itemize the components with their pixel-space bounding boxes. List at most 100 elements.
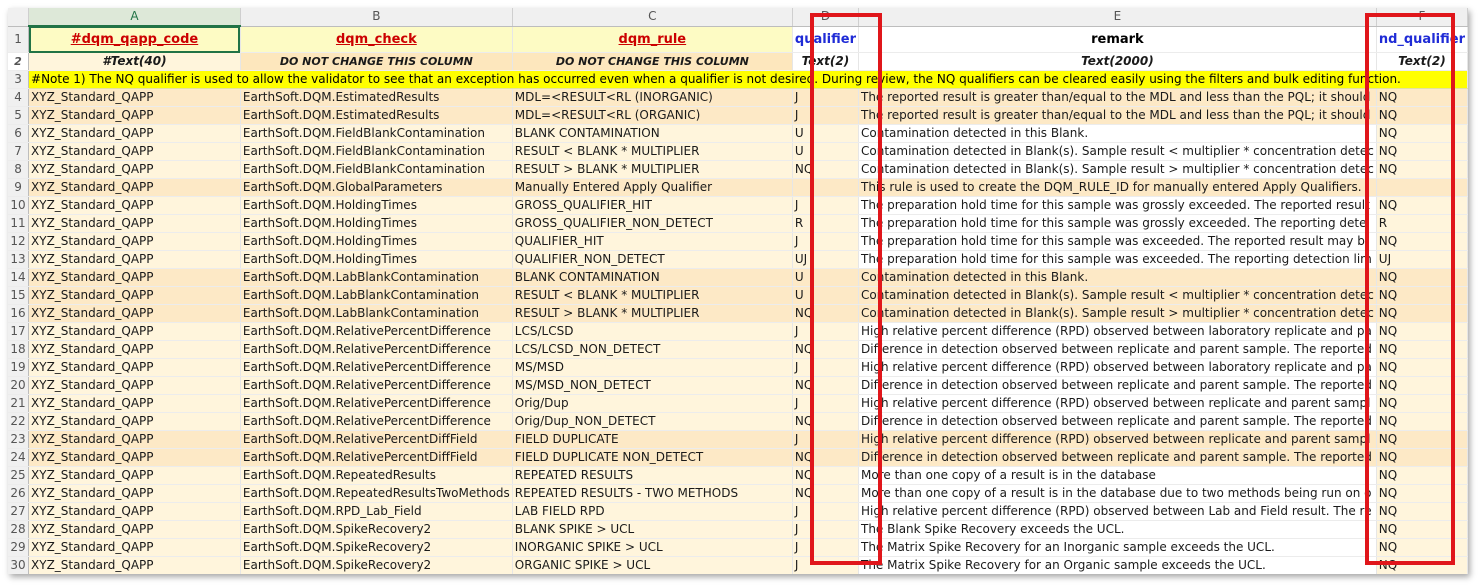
- cell[interactable]: XYZ_Standard_QAPP: [28, 106, 241, 125]
- cell[interactable]: J: [792, 358, 860, 377]
- cell[interactable]: NQ: [1376, 340, 1468, 359]
- column-header-f[interactable]: F: [1376, 8, 1468, 27]
- cell[interactable]: XYZ_Standard_QAPP: [28, 538, 241, 557]
- cell[interactable]: NQ: [1376, 232, 1468, 251]
- cell[interactable]: EarthSoft.DQM.LabBlankContamination: [240, 268, 513, 287]
- field-name-cell[interactable]: nd_qualifier: [1376, 26, 1468, 53]
- row-number[interactable]: 4: [8, 88, 30, 107]
- cell[interactable]: NQ: [1376, 142, 1468, 161]
- cell[interactable]: EarthSoft.DQM.HoldingTimes: [240, 250, 513, 269]
- column-header-e[interactable]: E: [858, 8, 1377, 27]
- cell[interactable]: XYZ_Standard_QAPP: [28, 340, 241, 359]
- cell[interactable]: J: [792, 538, 860, 557]
- cell[interactable]: MS/MSD_NON_DETECT: [512, 376, 793, 395]
- cell[interactable]: J: [792, 502, 860, 521]
- row-number[interactable]: 22: [8, 412, 30, 431]
- cell[interactable]: NQ: [792, 412, 860, 431]
- cell[interactable]: Contamination detected in Blank(s). Samp…: [858, 142, 1377, 161]
- cell[interactable]: Difference in detection observed between…: [858, 412, 1377, 431]
- cell[interactable]: More than one copy of a result is in the…: [858, 466, 1377, 485]
- cell[interactable]: INORGANIC SPIKE > UCL: [512, 538, 793, 557]
- cell[interactable]: BLANK SPIKE > UCL: [512, 520, 793, 539]
- field-name-cell[interactable]: remark: [858, 26, 1377, 53]
- cell[interactable]: [1376, 178, 1468, 197]
- cell[interactable]: EarthSoft.DQM.FieldBlankContamination: [240, 142, 513, 161]
- cell[interactable]: The preparation hold time for this sampl…: [858, 214, 1377, 233]
- cell[interactable]: Contamination detected in this Blank.: [858, 124, 1377, 143]
- cell[interactable]: High relative percent difference (RPD) o…: [858, 322, 1377, 341]
- cell[interactable]: XYZ_Standard_QAPP: [28, 322, 241, 341]
- row-number[interactable]: 8: [8, 160, 30, 179]
- cell[interactable]: EarthSoft.DQM.SpikeRecovery2: [240, 520, 513, 539]
- cell[interactable]: XYZ_Standard_QAPP: [28, 448, 241, 467]
- cell[interactable]: EarthSoft.DQM.RelativePercentDifference: [240, 412, 513, 431]
- row-number[interactable]: 20: [8, 376, 30, 395]
- cell[interactable]: NQ: [792, 466, 860, 485]
- cell[interactable]: This rule is used to create the DQM_RULE…: [858, 178, 1377, 197]
- cell[interactable]: The Matrix Spike Recovery for an Inorgan…: [858, 538, 1377, 557]
- cell[interactable]: XYZ_Standard_QAPP: [28, 142, 241, 161]
- cell[interactable]: Contamination detected in Blank(s). Samp…: [858, 286, 1377, 305]
- cell[interactable]: R: [1376, 214, 1468, 233]
- row-number[interactable]: 12: [8, 232, 30, 251]
- field-type-cell[interactable]: Text(2): [1376, 52, 1468, 71]
- cell[interactable]: QUALIFIER_HIT: [512, 232, 793, 251]
- cell[interactable]: NQ: [1376, 448, 1468, 467]
- cell[interactable]: NQ: [1376, 538, 1468, 557]
- cell[interactable]: Contamination detected in Blank(s). Samp…: [858, 304, 1377, 323]
- cell[interactable]: RESULT < BLANK * MULTIPLIER: [512, 286, 793, 305]
- row-number[interactable]: 13: [8, 250, 30, 269]
- column-header-d[interactable]: D: [792, 8, 860, 27]
- row-number[interactable]: 18: [8, 340, 30, 359]
- cell[interactable]: XYZ_Standard_QAPP: [28, 304, 241, 323]
- cell[interactable]: High relative percent difference (RPD) o…: [858, 430, 1377, 449]
- row-number[interactable]: 15: [8, 286, 30, 305]
- cell[interactable]: EarthSoft.DQM.RelativePercentDifference: [240, 376, 513, 395]
- cell[interactable]: NQ: [1376, 376, 1468, 395]
- cell[interactable]: EarthSoft.DQM.EstimatedResults: [240, 106, 513, 125]
- row-number[interactable]: 24: [8, 448, 30, 467]
- cell[interactable]: XYZ_Standard_QAPP: [28, 430, 241, 449]
- cell[interactable]: NQ: [1376, 304, 1468, 323]
- field-name-cell[interactable]: qualifier: [792, 26, 860, 53]
- field-type-cell[interactable]: DO NOT CHANGE THIS COLUMN: [240, 52, 513, 71]
- row-number[interactable]: 16: [8, 304, 30, 323]
- cell[interactable]: EarthSoft.DQM.GlobalParameters: [240, 178, 513, 197]
- cell[interactable]: XYZ_Standard_QAPP: [28, 214, 241, 233]
- field-type-cell[interactable]: #Text(40): [28, 52, 241, 71]
- cell[interactable]: XYZ_Standard_QAPP: [28, 484, 241, 503]
- cell[interactable]: MDL=<RESULT<RL (INORGANIC): [512, 88, 793, 107]
- row-number[interactable]: 21: [8, 394, 30, 413]
- cell[interactable]: EarthSoft.DQM.RPD_Lab_Field: [240, 502, 513, 521]
- cell[interactable]: UJ: [1376, 250, 1468, 269]
- cell[interactable]: XYZ_Standard_QAPP: [28, 412, 241, 431]
- row-number[interactable]: 11: [8, 214, 30, 233]
- cell[interactable]: NQ: [1376, 502, 1468, 521]
- cell[interactable]: NQ: [1376, 196, 1468, 215]
- cell[interactable]: NQ: [1376, 106, 1468, 125]
- cell[interactable]: EarthSoft.DQM.RelativePercentDifference: [240, 340, 513, 359]
- field-name-cell[interactable]: #dqm_qapp_code: [28, 26, 241, 53]
- cell[interactable]: XYZ_Standard_QAPP: [28, 250, 241, 269]
- select-all-corner[interactable]: [8, 8, 30, 27]
- cell[interactable]: EarthSoft.DQM.RelativePercentDiffField: [240, 448, 513, 467]
- cell[interactable]: EarthSoft.DQM.SpikeRecovery2: [240, 556, 513, 574]
- cell[interactable]: The preparation hold time for this sampl…: [858, 196, 1377, 215]
- cell[interactable]: NQ: [1376, 88, 1468, 107]
- cell[interactable]: J: [792, 394, 860, 413]
- cell[interactable]: Difference in detection observed between…: [858, 376, 1377, 395]
- cell[interactable]: REPEATED RESULTS: [512, 466, 793, 485]
- cell[interactable]: J: [792, 232, 860, 251]
- cell[interactable]: NQ: [1376, 286, 1468, 305]
- column-header-c[interactable]: C: [512, 8, 793, 27]
- cell[interactable]: NQ: [792, 304, 860, 323]
- column-header-b[interactable]: B: [240, 8, 513, 27]
- cell[interactable]: EarthSoft.DQM.SpikeRecovery2: [240, 538, 513, 557]
- cell[interactable]: U: [792, 124, 860, 143]
- cell[interactable]: The preparation hold time for this sampl…: [858, 232, 1377, 251]
- cell[interactable]: XYZ_Standard_QAPP: [28, 232, 241, 251]
- cell[interactable]: NQ: [1376, 322, 1468, 341]
- cell[interactable]: EarthSoft.DQM.RelativePercentDifference: [240, 358, 513, 377]
- cell[interactable]: [792, 178, 860, 197]
- row-number[interactable]: 30: [8, 556, 30, 574]
